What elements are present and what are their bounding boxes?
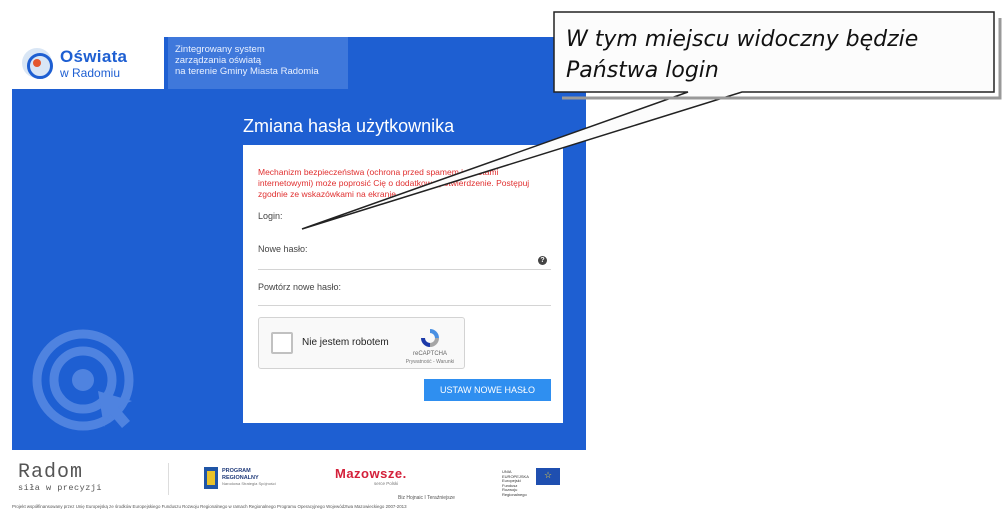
new-password-label: Nowe hasło: — [258, 244, 308, 254]
pr-subtitle: Narodowa Strategia Spójności — [222, 481, 276, 486]
mazowsze-logo: Mazowsze. — [335, 466, 407, 481]
eu-logo: UNIA EUROPEJSKA Europejski Fundusz Rozwo… — [502, 468, 562, 496]
eu-funding-note: Projekt współfinansowany przez Unię Euro… — [12, 504, 407, 509]
login-label: Login: — [258, 211, 283, 221]
radom-logo-word: Radom — [18, 461, 84, 484]
eu-flag-icon — [536, 468, 560, 485]
recaptcha-links[interactable]: Prywatność - Warunki — [399, 359, 461, 365]
password-change-form: Mechanizm bezpieczeństwa (ochrona przed … — [243, 145, 563, 423]
security-note: Mechanizm bezpieczeństwa (ochrona przed … — [258, 167, 530, 199]
callout-line: W tym miejscu widoczny będzie — [566, 27, 919, 52]
logo-title: Oświata — [60, 46, 128, 66]
tagline-line: zarządzania oświatą — [175, 55, 262, 66]
footer-contact: Biz Hojnaic I Teraźniejsze — [398, 495, 455, 501]
recaptcha-checkbox[interactable] — [271, 332, 293, 354]
program-regionalny-logo: PROGRAM REGIONALNY Narodowa Strategia Sp… — [204, 465, 290, 495]
target-logo-icon — [22, 48, 53, 79]
help-icon[interactable]: ? — [538, 256, 547, 265]
callout-line: Państwa login — [566, 58, 719, 83]
repeat-password-input[interactable] — [258, 305, 551, 306]
tagline-line: na terenie Gminy Miasta Radomia — [175, 66, 319, 77]
new-password-input[interactable] — [258, 269, 551, 270]
set-new-password-button[interactable]: USTAW NOWE HASŁO — [424, 379, 551, 401]
form-title: Zmiana hasła użytkownika — [243, 116, 455, 136]
logo-subtitle: w Radomiu — [60, 65, 121, 80]
callout-text: W tym miejscu widoczny będzie Państwa lo… — [566, 24, 990, 86]
recaptcha-icon — [421, 329, 439, 347]
radom-logo-tagline: siła w precyzji — [18, 483, 103, 493]
target-watermark-icon — [32, 329, 134, 431]
radom-logo: Radom siła w precyzji — [18, 461, 138, 494]
tagline-line: Zintegrowany system — [175, 44, 265, 55]
recaptcha-widget: Nie jestem robotem reCAPTCHA Prywatność … — [258, 317, 465, 369]
program-regionalny-flag-icon — [204, 467, 218, 489]
page: Oświata w Radomiu Zintegrowany system za… — [0, 0, 1005, 511]
recaptcha-brand: reCAPTCHA — [412, 351, 447, 357]
footer-divider — [168, 463, 169, 495]
header-tagline: Zintegrowany system zarządzania oświatą … — [168, 37, 348, 89]
recaptcha-label: Nie jestem robotem — [302, 337, 389, 348]
repeat-password-label: Powtórz nowe hasło: — [258, 282, 342, 292]
eu-logo-text: UNIA EUROPEJSKA Europejski Fundusz Rozwo… — [502, 469, 529, 497]
mazowsze-subtitle: serce Polski — [374, 481, 399, 486]
footer: Radom siła w precyzji PROGRAM REGIONALNY… — [12, 455, 586, 511]
app-logo[interactable]: Oświata w Radomiu — [12, 37, 164, 89]
